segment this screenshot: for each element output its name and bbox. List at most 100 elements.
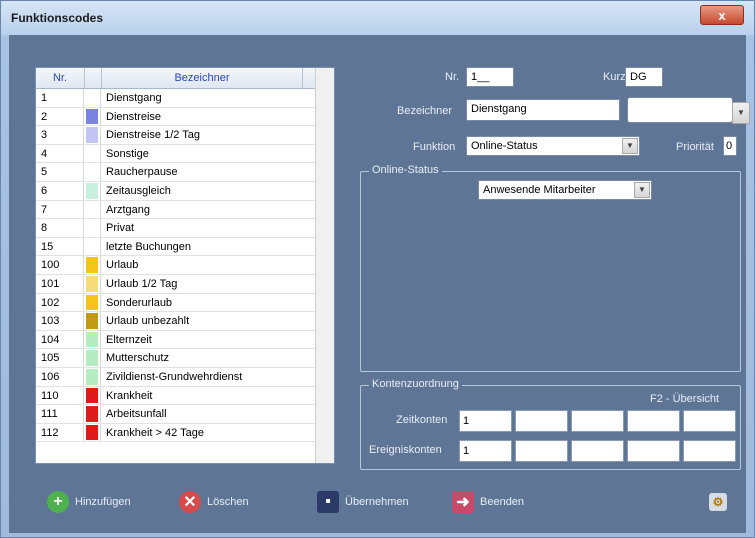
funktion-select[interactable]: Online-Status ▼	[466, 136, 640, 156]
list-item-nr: 111	[36, 405, 84, 423]
ereigniskonten-field[interactable]	[627, 440, 680, 462]
list-item-nr: 15	[36, 237, 84, 256]
list-item[interactable]: 2 Dienstreise	[36, 107, 334, 127]
settings-button[interactable]: ⚙	[709, 489, 733, 515]
ereigniskonten-field[interactable]: 1	[459, 440, 512, 462]
list-item[interactable]: 4 Sonstige	[36, 144, 334, 164]
list-item-color-swatch	[86, 238, 98, 255]
list-item-nr: 3	[36, 126, 84, 144]
ereigniskonten-field[interactable]	[515, 440, 568, 462]
list-item-nr: 103	[36, 312, 84, 330]
list-item-nr: 7	[36, 200, 84, 219]
list-item-color-swatch	[86, 350, 98, 366]
close-button[interactable]: x	[700, 5, 744, 25]
list-item-name: Urlaub	[100, 256, 300, 274]
exit-button[interactable]: ➜ Beenden	[452, 489, 524, 515]
list-scrollbar[interactable]	[315, 68, 334, 463]
column-header-color	[85, 68, 102, 88]
list-item[interactable]: 102 Sonderurlaub	[36, 293, 334, 313]
online-status-select[interactable]: Anwesende Mitarbeiter ▼	[478, 180, 652, 200]
list-item[interactable]: 106 Zivildienst-Grundwehrdienst	[36, 367, 334, 387]
kurz-input[interactable]: DG	[625, 67, 663, 87]
chevron-down-icon[interactable]: ▼	[732, 102, 750, 124]
list-item[interactable]: 15 letzte Buchungen	[36, 237, 334, 257]
list-item-name: Krankheit > 42 Tage	[100, 423, 300, 442]
list-item[interactable]: 104 Elternzeit	[36, 330, 334, 350]
chevron-down-icon[interactable]: ▼	[634, 182, 650, 198]
list-item-color-swatch	[86, 331, 98, 348]
list-item-name: Sonstige	[100, 144, 300, 163]
list-item-color-swatch	[86, 90, 98, 106]
list-item-color-swatch	[86, 424, 98, 441]
prioritaet-input[interactable]: 0	[723, 136, 737, 156]
funktion-select-value: Online-Status	[471, 140, 538, 152]
zeitkonten-field[interactable]	[683, 410, 736, 432]
color-picker-combo[interactable]: ▼	[627, 97, 750, 124]
list-item-name: Arbeitsunfall	[100, 405, 300, 423]
funktion-label: Funktion	[413, 141, 456, 153]
list-item-name: Zivildienst-Grundwehrdienst	[100, 367, 300, 386]
ereigniskonten-field[interactable]	[571, 440, 624, 462]
zeitkonten-field[interactable]	[515, 410, 568, 432]
apply-button-label: Übernehmen	[345, 496, 409, 508]
list-item[interactable]: 103 Urlaub unbezahlt	[36, 312, 334, 331]
list-item-nr: 104	[36, 330, 84, 349]
list-rows: 1 Dienstgang 2 Dienstreise 3 Dienstreise 1/2 …	[36, 89, 334, 443]
zeitkonten-field[interactable]: 1	[459, 410, 512, 432]
add-button[interactable]: + Hinzufügen	[47, 489, 131, 515]
list-item-nr: 101	[36, 274, 84, 293]
list-header: Nr. Bezeichner	[36, 68, 334, 89]
list-item-color-swatch	[86, 108, 98, 125]
list-item-color-swatch	[86, 294, 98, 311]
list-item[interactable]: 101 Urlaub 1/2 Tag	[36, 274, 334, 294]
apply-button[interactable]: ▪ Übernehmen	[317, 489, 409, 515]
bezeichner-input[interactable]: Dienstgang	[466, 99, 620, 121]
column-header-nr[interactable]: Nr.	[36, 68, 85, 88]
list-item[interactable]: 100 Urlaub	[36, 256, 334, 275]
list-item-name: Dienstreise 1/2 Tag	[100, 126, 300, 144]
delete-button[interactable]: ✕ Löschen	[179, 489, 249, 515]
list-item-color-swatch	[86, 201, 98, 218]
list-item-nr: 5	[36, 163, 84, 181]
zeitkonten-field[interactable]	[571, 410, 624, 432]
list-item-nr: 100	[36, 256, 84, 274]
list-item-color-swatch	[86, 406, 98, 422]
list-item-nr: 6	[36, 181, 84, 200]
function-code-list[interactable]: Nr. Bezeichner 1 Dienstgang 2 Dienstreise 3 D…	[35, 67, 335, 464]
ereigniskonten-field[interactable]	[683, 440, 736, 462]
list-item[interactable]: 7 Arztgang	[36, 200, 334, 220]
column-header-bezeichner[interactable]: Bezeichner	[102, 68, 303, 88]
save-icon: ▪	[317, 491, 339, 513]
list-item[interactable]: 5 Raucherpause	[36, 163, 334, 182]
list-item[interactable]: 3 Dienstreise 1/2 Tag	[36, 126, 334, 145]
list-item-color-swatch	[86, 275, 98, 292]
list-item-nr: 2	[36, 107, 84, 126]
plus-icon: +	[47, 491, 69, 513]
nr-input[interactable]: 1__	[466, 67, 514, 87]
kontenzuordnung-group: Kontenzuordnung F2 - Übersicht Zeitkonte…	[360, 378, 741, 470]
list-item-color-swatch	[86, 387, 98, 404]
list-item-color-swatch	[86, 145, 98, 162]
window-title: Funktionscodes	[11, 11, 104, 25]
list-item-nr: 4	[36, 144, 84, 163]
zeitkonten-field[interactable]	[627, 410, 680, 432]
list-item[interactable]: 111 Arbeitsunfall	[36, 405, 334, 424]
chevron-down-icon[interactable]: ▼	[622, 138, 638, 154]
dialog-body: Nr. Bezeichner 1 Dienstgang 2 Dienstreise 3 D…	[9, 35, 750, 533]
list-item[interactable]: 105 Mutterschutz	[36, 349, 334, 368]
list-item-color-swatch	[86, 368, 98, 385]
list-item[interactable]: 1 Dienstgang	[36, 89, 334, 108]
list-item[interactable]: 6 Zeitausgleich	[36, 181, 334, 201]
list-item-nr: 112	[36, 423, 84, 442]
list-item-name: Dienstreise	[100, 107, 300, 126]
list-item-nr: 110	[36, 386, 84, 405]
list-item[interactable]: 8 Privat	[36, 219, 334, 238]
list-item-nr: 105	[36, 349, 84, 367]
list-item-color-swatch	[86, 164, 98, 180]
zeitkonten-label: Zeitkonten	[396, 414, 448, 426]
list-item[interactable]: 112 Krankheit > 42 Tage	[36, 423, 334, 443]
list-item-nr: 8	[36, 219, 84, 237]
title-bar: Funktionscodes x	[1, 1, 754, 35]
list-item[interactable]: 110 Krankheit	[36, 386, 334, 406]
exit-button-label: Beenden	[480, 496, 525, 508]
